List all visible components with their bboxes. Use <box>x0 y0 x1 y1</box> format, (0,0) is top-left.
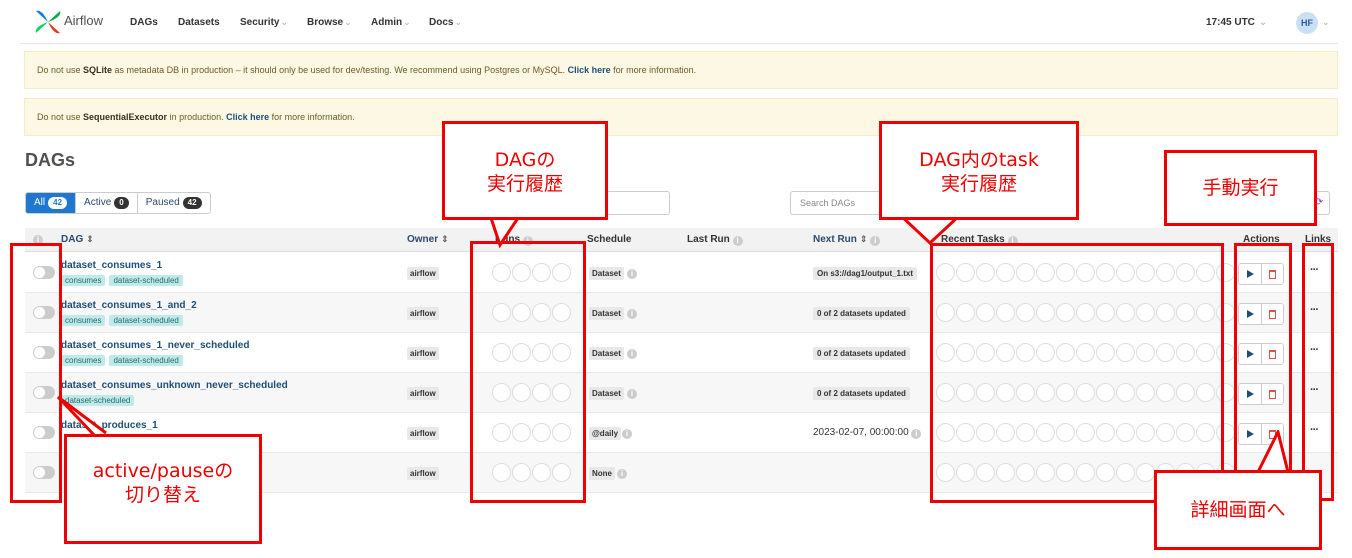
search-dags-input[interactable]: Search DAGs <box>790 191 890 215</box>
owner-badge[interactable]: airflow <box>407 467 439 480</box>
owner-badge[interactable]: airflow <box>407 427 439 440</box>
info-icon[interactable]: i <box>627 266 637 279</box>
filter-active[interactable]: Active 0 <box>76 193 138 213</box>
annotation-toggle-callout: active/pauseの 切り替え <box>64 434 262 544</box>
tag[interactable]: dataset-scheduled <box>109 355 183 366</box>
user-avatar[interactable]: HF <box>1296 12 1318 34</box>
chevron-down-icon[interactable]: ⌄ <box>1322 17 1330 28</box>
info-icon[interactable]: i <box>627 386 637 399</box>
info-icon[interactable]: i <box>627 346 637 359</box>
executor-click-here-link[interactable]: Click here <box>226 112 269 122</box>
column-dag[interactable]: DAG ⇕ <box>61 234 94 245</box>
annotation-trigger-callout: 手動実行 <box>1164 150 1317 226</box>
next-run-badge[interactable]: 0 of 2 datasets updated <box>813 307 910 320</box>
schedule-badge[interactable]: Dataset <box>589 347 624 360</box>
info-icon[interactable]: i <box>622 426 632 439</box>
chevron-down-icon: ⌄ <box>344 17 352 27</box>
tag[interactable]: dataset-scheduled <box>109 315 183 326</box>
brand-name[interactable]: Airflow <box>64 13 103 28</box>
navbar: Airflow DAGs Datasets Security⌄ Browse⌄ … <box>20 0 1338 44</box>
annotation-details-callout: 詳細画面へ <box>1154 470 1322 550</box>
dag-link[interactable]: dataset_consumes_1_and_2 <box>61 300 197 311</box>
sort-icon[interactable]: ⇕ <box>86 234 94 244</box>
chevron-down-icon: ⌄ <box>1258 17 1268 28</box>
schedule-badge[interactable]: None <box>589 467 615 480</box>
nav-datasets[interactable]: Datasets <box>178 17 220 28</box>
annotation-runs-column <box>470 241 586 503</box>
chevron-down-icon: ⌄ <box>280 17 289 27</box>
annotation-toggle-column <box>10 243 62 503</box>
next-run-badge[interactable]: 0 of 2 datasets updated <box>813 387 910 400</box>
schedule-badge[interactable]: Dataset <box>589 307 624 320</box>
dag-link[interactable]: dataset_consumes_1 <box>61 260 162 271</box>
info-icon[interactable]: i <box>627 306 637 319</box>
next-run-badge[interactable]: On s3://dag1/output_1.txt <box>813 267 918 280</box>
owner-badge[interactable]: airflow <box>407 347 439 360</box>
timezone-menu[interactable]: 17:45 UTC ⌄ <box>1206 17 1267 28</box>
nav-docs[interactable]: Docs⌄ <box>429 17 462 28</box>
nav-security[interactable]: Security⌄ <box>240 17 288 28</box>
column-owner[interactable]: Owner ⇕ <box>407 234 449 245</box>
callout-tail <box>900 215 963 246</box>
owner-badge[interactable]: airflow <box>407 387 439 400</box>
executor-warning-alert: Do not use SequentialExecutor in product… <box>24 98 1338 136</box>
tag[interactable]: dataset-scheduled <box>109 275 183 286</box>
nav-admin[interactable]: Admin⌄ <box>371 17 411 28</box>
tag[interactable]: consumes <box>61 275 106 286</box>
annotation-runs-callout: DAGの 実行履歴 <box>442 121 608 220</box>
sqlite-warning-alert: Do not use SQLite as metadata DB in prod… <box>24 51 1338 89</box>
page-title: DAGs <box>25 150 76 170</box>
next-run-badge[interactable]: 0 of 2 datasets updated <box>813 347 910 360</box>
sqlite-click-here-link[interactable]: Click here <box>568 65 611 75</box>
annotation-recent-tasks-callout: DAG内のtask 実行履歴 <box>879 121 1079 220</box>
nav-browse[interactable]: Browse⌄ <box>307 17 352 28</box>
owner-badge[interactable]: airflow <box>407 267 439 280</box>
airflow-logo-icon[interactable] <box>34 9 62 35</box>
tag[interactable]: consumes <box>61 355 106 366</box>
schedule-badge[interactable]: Dataset <box>589 267 624 280</box>
chevron-down-icon: ⌄ <box>454 17 462 27</box>
column-last-run: Last Run i <box>687 234 743 246</box>
info-icon: i <box>911 429 922 439</box>
owner-badge[interactable]: airflow <box>407 307 439 320</box>
annotation-recent-tasks-column <box>930 243 1224 503</box>
filter-all[interactable]: All 42 <box>26 193 77 213</box>
info-icon: i <box>870 236 881 246</box>
info-icon[interactable]: i <box>617 466 627 479</box>
schedule-badge[interactable]: @daily <box>589 427 622 440</box>
status-filter-tabs: All 42 Active 0 Paused 42 <box>25 192 211 214</box>
nav-dags[interactable]: DAGs <box>130 17 158 28</box>
schedule-badge[interactable]: Dataset <box>589 387 624 400</box>
next-run-value: 2023-02-07, 00:00:00 i <box>813 427 922 439</box>
column-schedule: Schedule <box>587 234 632 245</box>
sort-icon[interactable]: ⇕ <box>860 234 868 244</box>
tag[interactable]: consumes <box>61 315 106 326</box>
filter-paused[interactable]: Paused 42 <box>137 193 210 213</box>
dag-link[interactable]: dataset_consumes_1_never_scheduled <box>61 340 249 351</box>
chevron-down-icon: ⌄ <box>403 17 411 27</box>
column-next-run[interactable]: Next Run ⇕ i <box>813 234 881 246</box>
callout-tail <box>488 215 522 249</box>
dag-link[interactable]: dataset_consumes_unknown_never_scheduled <box>61 380 288 391</box>
sort-icon[interactable]: ⇕ <box>441 234 449 244</box>
info-icon: i <box>732 236 743 246</box>
